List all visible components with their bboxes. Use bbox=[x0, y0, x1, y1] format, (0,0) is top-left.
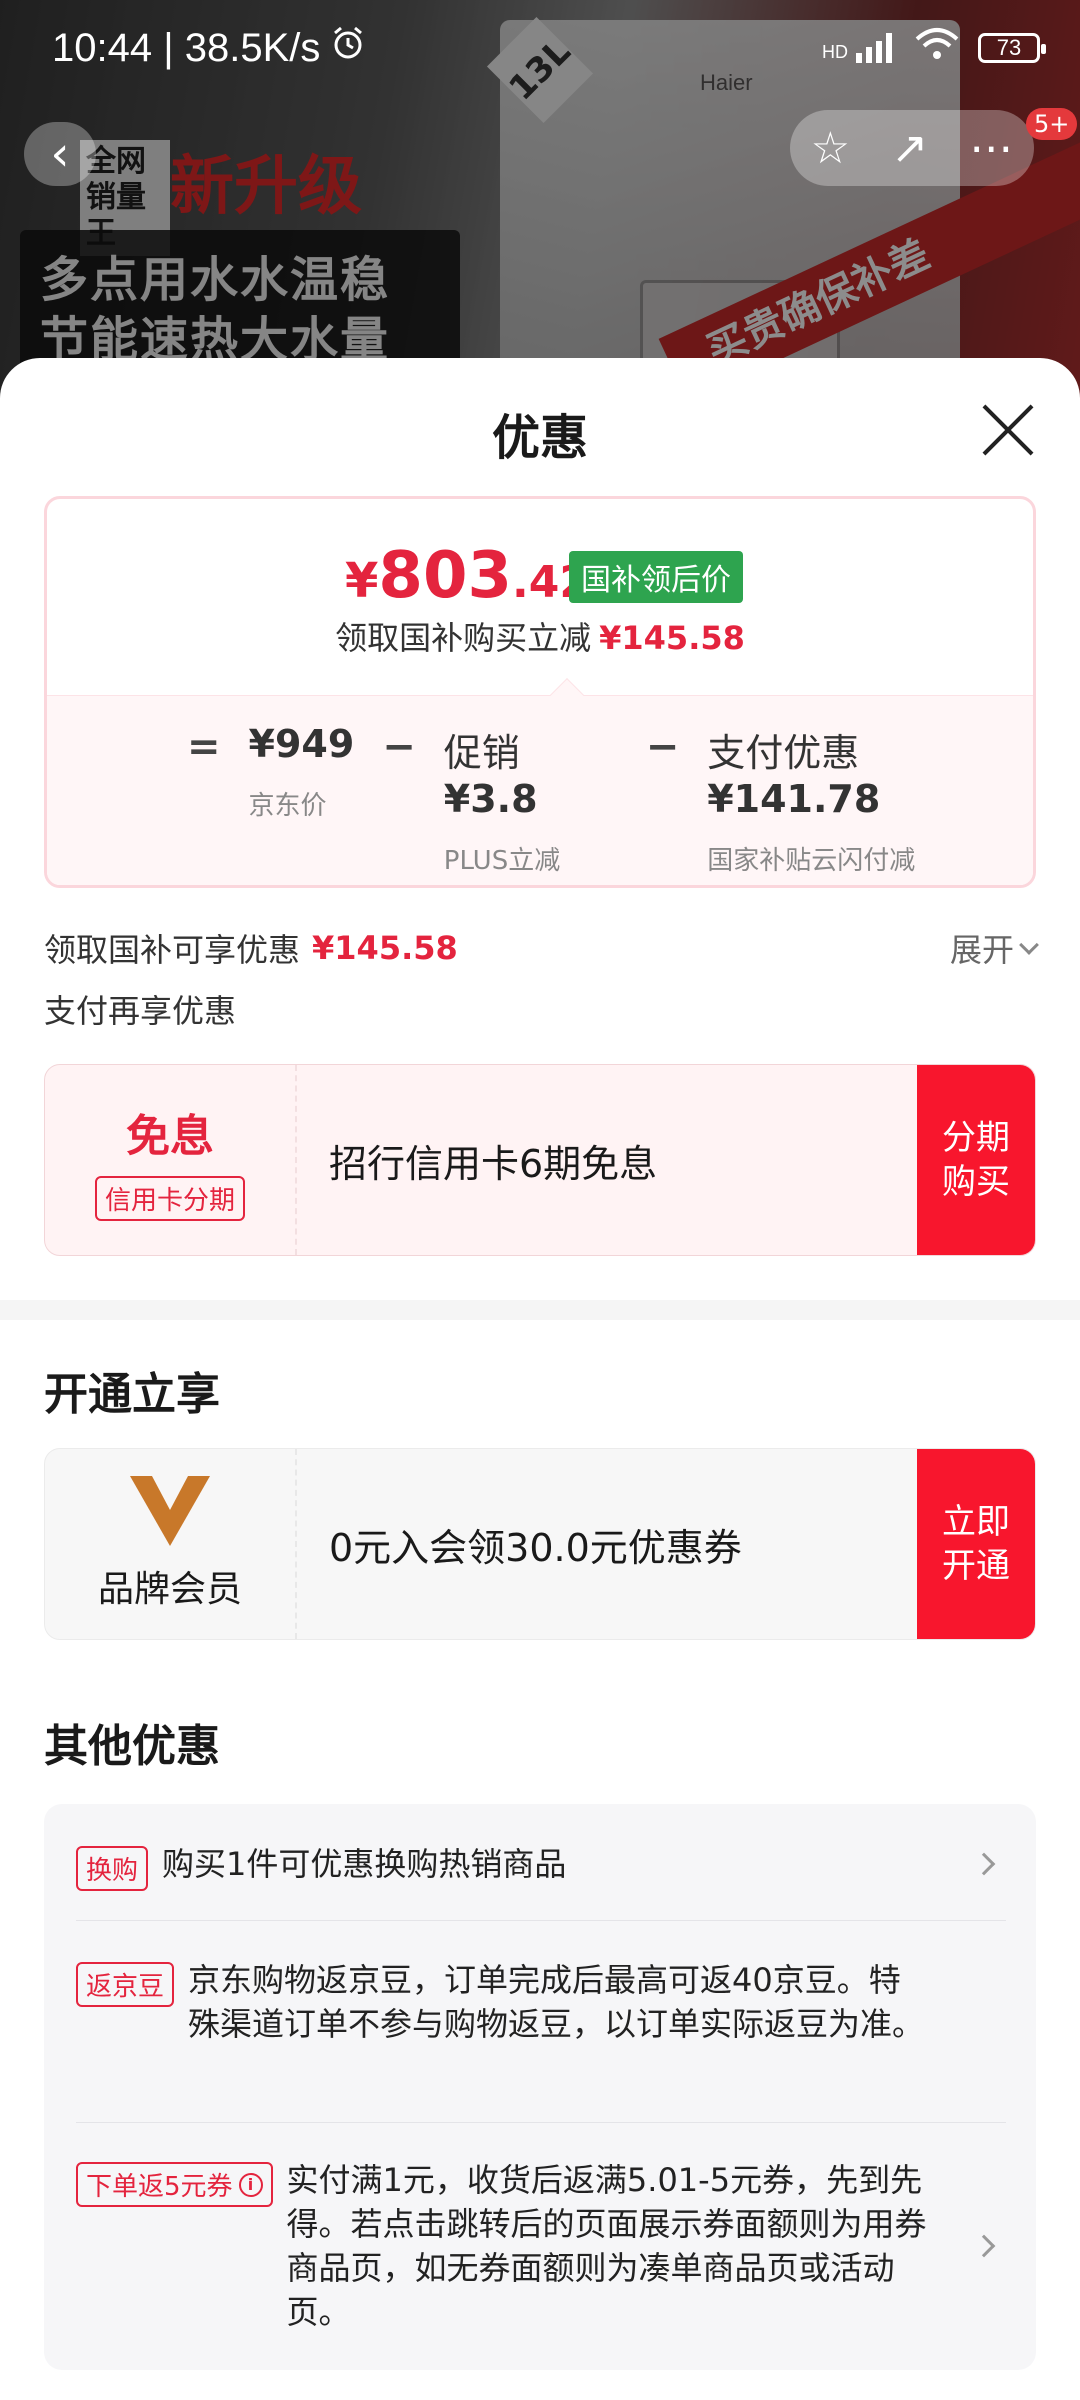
expand-button[interactable]: 展开 bbox=[950, 925, 1039, 971]
more-icon[interactable]: ⋯ bbox=[969, 123, 1013, 174]
subsidy-row[interactable]: 领取国补可享优惠 ¥145.58 展开 bbox=[44, 918, 1039, 978]
reduce-line: 领取国补购买立减 ¥145.58 bbox=[335, 619, 745, 657]
price-breakdown: = ¥949 京东价 − 促销¥3.8 PLUS立减¥3.8元 − 支付优惠¥1… bbox=[47, 695, 1033, 885]
signal-icon: HD bbox=[822, 33, 896, 63]
sheet-header: 优惠 bbox=[0, 358, 1080, 498]
installment-buy-button[interactable]: 分期购买 bbox=[917, 1065, 1035, 1255]
status-bar: 10:44 | 38.5K/s HD 73 bbox=[0, 0, 1080, 96]
back-button[interactable]: ‹ bbox=[24, 122, 96, 186]
minus-sign: − bbox=[382, 724, 416, 770]
installment-card[interactable]: 免息 信用卡分期 招行信用卡6期免息 分期购买 bbox=[44, 1064, 1036, 1256]
equals-sign: = bbox=[187, 724, 221, 770]
final-price: ¥ 803 .42 bbox=[345, 539, 590, 613]
chevron-right-icon bbox=[972, 2234, 996, 2258]
battery-icon: 73 bbox=[978, 33, 1046, 63]
offer-item-jingdou: 返京豆 京东购物返京豆，订单完成后最高可返40京豆。特殊渠道订单不参与购物返豆，… bbox=[76, 1958, 1006, 2046]
credit-card-tag: 信用卡分期 bbox=[94, 1175, 245, 1221]
minus-sign: − bbox=[645, 724, 680, 770]
member-card[interactable]: 品牌会员 0元入会领30.0元优惠券 立即开通 bbox=[44, 1448, 1036, 1640]
close-button[interactable] bbox=[980, 402, 1036, 458]
message-badge: 5+ bbox=[1026, 108, 1078, 140]
chevron-right-icon bbox=[972, 1852, 996, 1876]
jd-price-col: ¥949 京东价 bbox=[248, 722, 355, 821]
price-summary-card: ¥ 803 .42 国补领后价 领取国补购买立减 ¥145.58 = ¥949 京… bbox=[44, 496, 1036, 888]
chevron-left-icon: ‹ bbox=[50, 126, 70, 182]
other-section-title: 其他优惠 bbox=[44, 1721, 220, 1772]
pay-discount-col: 支付优惠¥141.78 国家补贴云闪付减¥141.78 bbox=[707, 731, 916, 885]
offer-item-exchange[interactable]: 换购 购买1件可优惠换购热销商品 bbox=[76, 1842, 1006, 1891]
product-top-nav: ‹ ☆ ↗ ⋯ 5+ bbox=[0, 108, 1080, 190]
member-desc: 0元入会领30.0元优惠券 bbox=[329, 1525, 742, 1570]
interest-free-label: 免息 bbox=[126, 1110, 214, 1162]
star-icon[interactable]: ☆ bbox=[811, 123, 850, 174]
wifi-icon bbox=[914, 26, 960, 71]
installment-desc: 招行信用卡6期免息 bbox=[329, 1141, 658, 1186]
share-icon[interactable]: ↗ bbox=[891, 123, 928, 174]
brand-member-logo-icon bbox=[130, 1476, 210, 1546]
join-member-button[interactable]: 立即开通 bbox=[917, 1449, 1035, 1639]
offer-item-coupon[interactable]: 下单返5元券 i 实付满1元，收货后返满5.01-5元券，先到先得。若点击跳转后… bbox=[76, 2158, 1006, 2334]
chevron-down-icon bbox=[1019, 935, 1039, 955]
pay-again-label: 支付再享优惠 bbox=[44, 992, 237, 1030]
status-time: 10:44 | 38.5K/s bbox=[52, 25, 321, 70]
alarm-icon bbox=[330, 25, 366, 71]
brand-member-label: 品牌会员 bbox=[97, 1569, 242, 1610]
open-section-title: 开通立享 bbox=[44, 1369, 220, 1420]
sheet-title: 优惠 bbox=[491, 410, 588, 466]
promo-col: 促销¥3.8 PLUS立减¥3.8元 bbox=[443, 731, 561, 885]
discount-sheet: 优惠 ¥ 803 .42 国补领后价 领取国补购买立减 ¥145.58 = ¥94… bbox=[0, 358, 1080, 2400]
other-offers-list: 换购 购买1件可优惠换购热销商品 返京豆 京东购物返京豆，订单完成后最高可返40… bbox=[44, 1804, 1036, 2370]
subsidy-price-tag: 国补领后价 bbox=[569, 551, 743, 603]
nav-actions: ☆ ↗ ⋯ bbox=[790, 110, 1034, 186]
info-icon[interactable]: i bbox=[238, 2172, 263, 2197]
